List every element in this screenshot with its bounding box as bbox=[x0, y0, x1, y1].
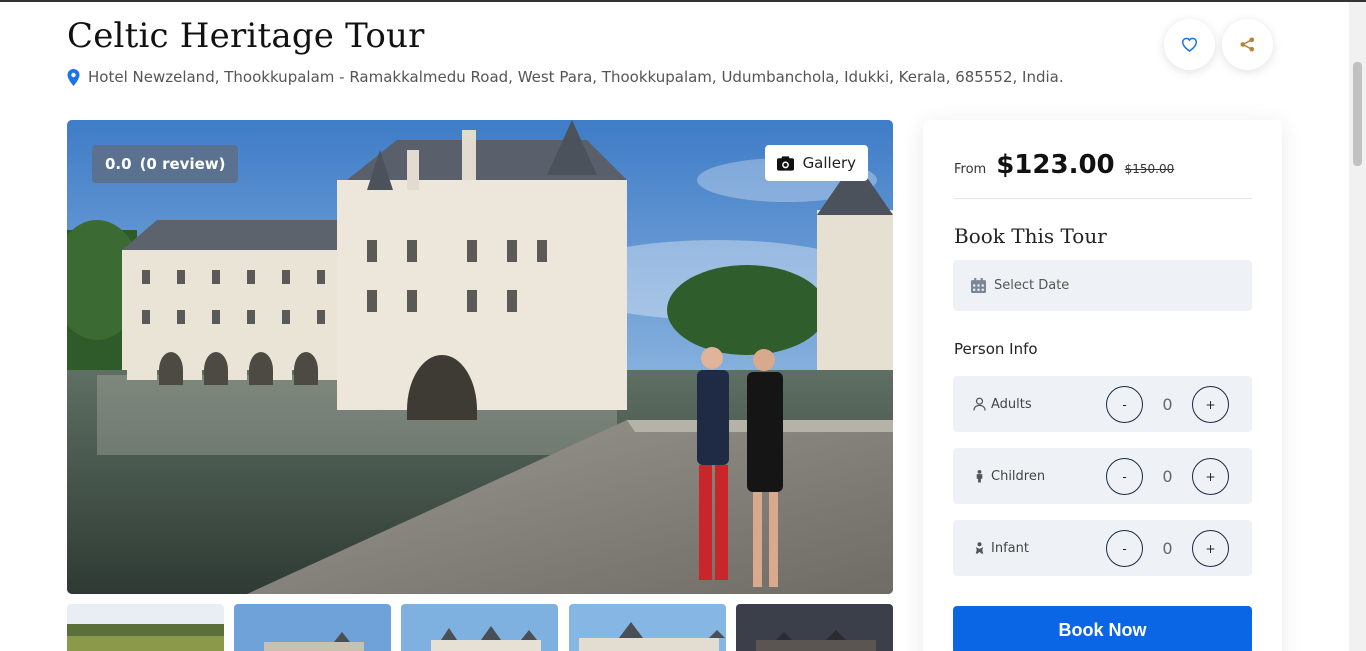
thumbnail-3-image bbox=[401, 604, 558, 651]
heart-icon bbox=[1181, 37, 1198, 52]
infant-increment-button[interactable]: + bbox=[1192, 530, 1229, 567]
page-title: Celtic Heritage Tour bbox=[67, 16, 425, 56]
book-tour-heading: Book This Tour bbox=[954, 224, 1107, 248]
camera-icon bbox=[776, 155, 794, 171]
castle-photo bbox=[67, 120, 893, 594]
divider bbox=[954, 198, 1252, 199]
user-icon bbox=[973, 397, 986, 411]
select-date-placeholder: Select Date bbox=[994, 278, 1070, 293]
child-icon bbox=[976, 469, 983, 483]
address-text: Hotel Newzeland, Thookkupalam - Ramakkal… bbox=[88, 68, 1064, 86]
tour-main-image[interactable]: 0.0 (0 review) Gallery bbox=[67, 120, 893, 594]
infant-decrement-button[interactable]: - bbox=[1106, 530, 1143, 567]
thumbnail-1[interactable] bbox=[67, 604, 224, 651]
tour-address: Hotel Newzeland, Thookkupalam - Ramakkal… bbox=[67, 68, 1064, 86]
infant-label: Infant bbox=[991, 540, 1029, 556]
baby-icon bbox=[975, 542, 984, 554]
select-date-field[interactable]: Select Date bbox=[953, 260, 1252, 311]
adults-label-group: Adults bbox=[973, 376, 1032, 432]
thumbnail-3[interactable] bbox=[401, 604, 558, 651]
booking-card: From $123.00 $150.00 Book This Tour Sele… bbox=[923, 120, 1282, 651]
children-count: 0 bbox=[1162, 466, 1173, 486]
share-icon bbox=[1240, 37, 1255, 52]
children-increment-button[interactable]: + bbox=[1192, 458, 1229, 495]
thumbnail-2-image bbox=[234, 604, 391, 651]
book-now-button[interactable]: Book Now bbox=[953, 606, 1252, 651]
thumbnail-4-image bbox=[569, 604, 726, 651]
share-button[interactable] bbox=[1222, 19, 1273, 70]
thumbnail-5[interactable] bbox=[736, 604, 893, 651]
scrollbar-thumb[interactable] bbox=[1353, 62, 1362, 166]
adults-label: Adults bbox=[991, 396, 1032, 412]
rating-review-count: (0 review) bbox=[139, 155, 226, 173]
page-scrollbar[interactable] bbox=[1349, 2, 1366, 651]
children-decrement-button[interactable]: - bbox=[1106, 458, 1143, 495]
thumbnail-4[interactable] bbox=[569, 604, 726, 651]
price-from-label: From bbox=[954, 162, 987, 177]
price-row: From $123.00 $150.00 bbox=[954, 150, 1174, 180]
infant-label-group: Infant bbox=[973, 520, 1029, 576]
adults-increment-button[interactable]: + bbox=[1192, 386, 1229, 423]
original-price: $150.00 bbox=[1124, 162, 1175, 176]
current-price: $123.00 bbox=[996, 150, 1115, 180]
rating-score: 0.0 bbox=[105, 155, 132, 173]
adults-row: Adults - 0 + bbox=[953, 376, 1252, 432]
calendar-icon bbox=[971, 278, 986, 293]
person-info-heading: Person Info bbox=[954, 340, 1038, 358]
thumbnail-strip bbox=[67, 604, 893, 651]
top-border bbox=[0, 0, 1366, 2]
adults-count: 0 bbox=[1162, 394, 1173, 414]
thumbnail-5-image bbox=[736, 604, 893, 651]
rating-badge: 0.0 (0 review) bbox=[92, 145, 239, 183]
gallery-button[interactable]: Gallery bbox=[764, 145, 868, 181]
thumbnail-2[interactable] bbox=[234, 604, 391, 651]
infant-count: 0 bbox=[1162, 538, 1173, 558]
children-label: Children bbox=[991, 468, 1046, 484]
children-row: Children - 0 + bbox=[953, 448, 1252, 504]
thumbnail-1-image bbox=[67, 604, 224, 651]
wishlist-button[interactable] bbox=[1164, 19, 1215, 70]
location-pin-icon bbox=[67, 68, 80, 86]
adults-decrement-button[interactable]: - bbox=[1106, 386, 1143, 423]
children-label-group: Children bbox=[973, 448, 1045, 504]
infant-row: Infant - 0 + bbox=[953, 520, 1252, 576]
gallery-label: Gallery bbox=[802, 154, 856, 172]
